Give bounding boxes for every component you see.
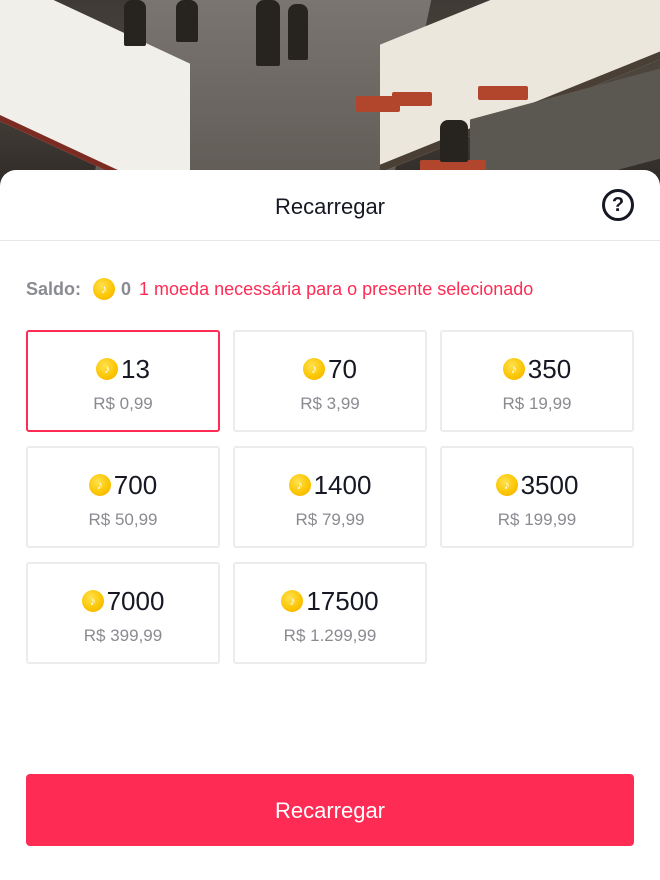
coin-icon: [81, 590, 104, 612]
coin-package-7000[interactable]: 7000 R$ 399,99: [26, 562, 220, 664]
package-coin-amount: 1400: [313, 470, 372, 500]
balance-row: Saldo: 0 1 moeda necessária para o prese…: [26, 276, 533, 302]
pedestrian: [440, 120, 468, 162]
package-coin-amount: 17500: [306, 586, 379, 616]
package-coins-row: 7000: [28, 586, 218, 616]
pedestrian: [176, 0, 198, 42]
recharge-button[interactable]: Recarregar: [26, 774, 634, 846]
package-price: R$ 1.299,99: [283, 626, 377, 645]
coin-package-1400[interactable]: 1400 R$ 79,99: [233, 446, 427, 548]
package-coins-row: 70: [235, 354, 425, 384]
package-coin-amount: 7000: [106, 586, 165, 616]
package-coin-amount: 3500: [520, 470, 579, 500]
package-coin-amount: 13: [121, 354, 150, 384]
coin-icon: [288, 474, 311, 496]
coin-icon: [495, 474, 518, 496]
balance-value: 0: [121, 278, 132, 299]
recharge-sheet: Recarregar ? Saldo: 0 1 moeda necessária…: [0, 170, 660, 880]
coin-icon: [93, 278, 116, 300]
coin-package-70[interactable]: 70 R$ 3,99: [233, 330, 427, 432]
pedestrian: [288, 4, 308, 60]
package-price: R$ 19,99: [502, 394, 572, 413]
sheet-header: Recarregar ?: [0, 170, 660, 241]
package-coins-row: 3500: [442, 470, 632, 500]
package-coin-amount: 700: [113, 470, 158, 500]
coin-package-700[interactable]: 700 R$ 50,99: [26, 446, 220, 548]
question-circle-icon[interactable]: ?: [602, 189, 634, 221]
coin-package-3500[interactable]: 3500 R$ 199,99: [440, 446, 634, 548]
coin-package-17500[interactable]: 17500 R$ 1.299,99: [233, 562, 427, 664]
coin-icon: [281, 590, 304, 612]
balance-label: Saldo:: [26, 278, 82, 299]
coin-icon: [88, 474, 111, 496]
coin-icon: [502, 358, 525, 380]
coin-icon: [303, 358, 326, 380]
cafe-table: [392, 92, 432, 106]
coin-package-13[interactable]: 13 R$ 0,99: [26, 330, 220, 432]
pedestrian: [256, 0, 280, 66]
coin-icon: [96, 358, 119, 380]
package-coins-row: 1400: [235, 470, 425, 500]
help-symbol: ?: [611, 194, 625, 216]
sheet-title: Recarregar: [274, 194, 386, 219]
package-coin-amount: 70: [328, 354, 357, 384]
package-coin-amount: 350: [527, 354, 572, 384]
pedestrian: [124, 0, 146, 46]
package-price: R$ 50,99: [88, 510, 158, 529]
package-coins-row: 350: [442, 354, 632, 384]
package-price: R$ 0,99: [93, 394, 153, 413]
package-coins-row: 13: [28, 354, 218, 384]
package-coins-row: 700: [28, 470, 218, 500]
package-coins-row: 17500: [235, 586, 425, 616]
package-price: R$ 199,99: [497, 510, 577, 529]
cafe-table: [478, 86, 528, 100]
package-price: R$ 79,99: [295, 510, 365, 529]
coin-package-350[interactable]: 350 R$ 19,99: [440, 330, 634, 432]
package-price: R$ 399,99: [83, 626, 163, 645]
balance-warning: 1 moeda necessária para o presente selec…: [139, 278, 534, 299]
package-price: R$ 3,99: [300, 394, 360, 413]
